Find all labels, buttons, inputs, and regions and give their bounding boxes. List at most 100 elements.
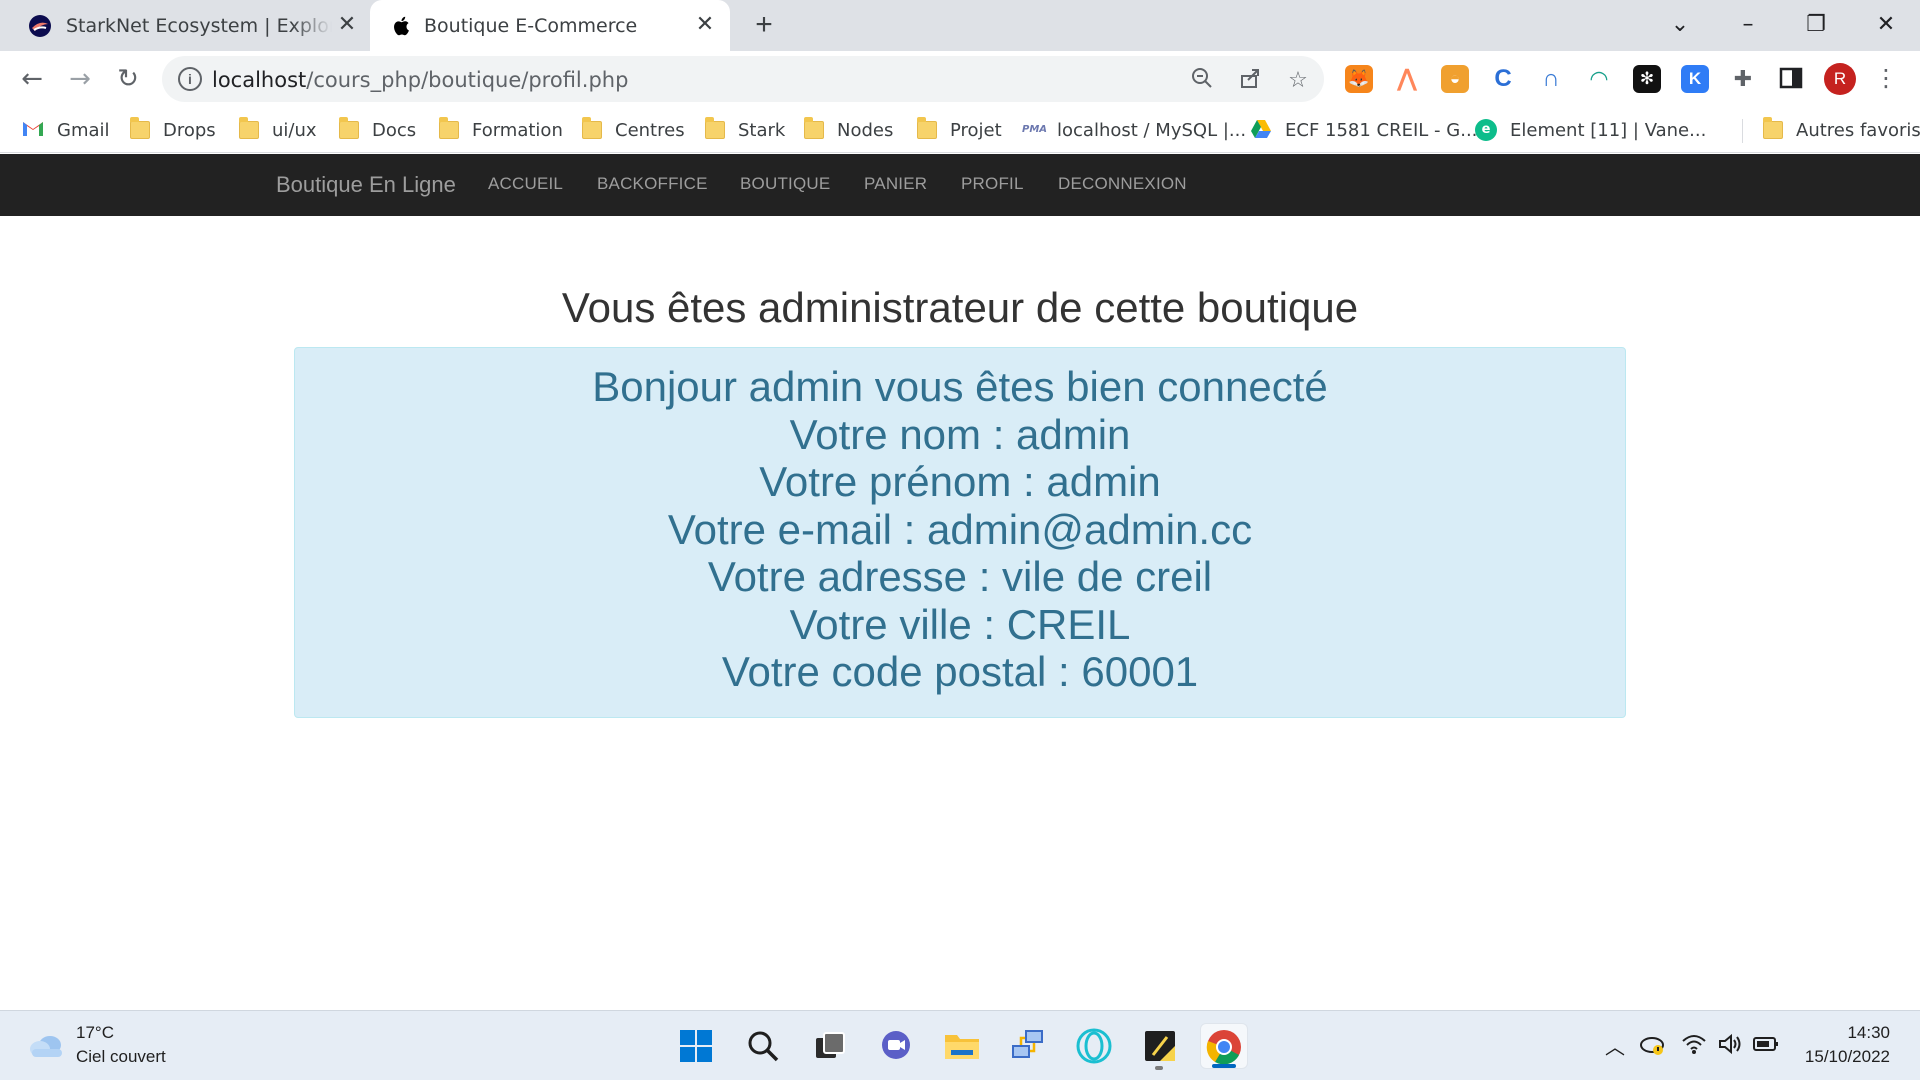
bookmark-separator bbox=[1742, 119, 1743, 143]
restore-icon[interactable]: ❐ bbox=[1796, 8, 1836, 42]
reload-icon[interactable]: ↻ bbox=[110, 61, 146, 97]
google-drive-icon bbox=[1250, 119, 1272, 141]
nav-profil[interactable]: PROFIL bbox=[961, 174, 1024, 194]
bookmark-centres[interactable]: Centres bbox=[582, 116, 685, 144]
running-indicator bbox=[1155, 1066, 1163, 1070]
tab-boutique[interactable]: Boutique E-Commerce ✕ bbox=[370, 0, 730, 51]
weather-temperature[interactable]: 17°C bbox=[76, 1023, 114, 1043]
address-line: Votre adresse : vile de creil bbox=[707, 553, 1213, 600]
cloud-weather-icon[interactable] bbox=[28, 1031, 66, 1059]
nav-panier[interactable]: PANIER bbox=[864, 174, 927, 194]
argent-icon[interactable]: ⋀ bbox=[1393, 65, 1421, 93]
clock-time[interactable]: 14:30 bbox=[1800, 1023, 1890, 1043]
bookmarks-bar: Gmail Drops ui/ux Docs Formation Centres… bbox=[0, 107, 1920, 153]
first-name-line: Votre prénom : admin bbox=[759, 458, 1161, 505]
nav-deconnexion[interactable]: DECONNEXION bbox=[1058, 174, 1187, 194]
nav-accueil[interactable]: ACCUEIL bbox=[488, 174, 563, 194]
braavos-icon[interactable]: ◒ bbox=[1441, 65, 1469, 93]
bookmark-phpmyadmin[interactable]: PMA localhost / MySQL |... bbox=[1022, 116, 1246, 144]
element-icon: e bbox=[1475, 119, 1497, 141]
network-app-icon[interactable] bbox=[1004, 1023, 1052, 1069]
navbar-brand[interactable]: Boutique En Ligne bbox=[276, 172, 456, 198]
folder-icon bbox=[917, 117, 937, 139]
battery-icon[interactable] bbox=[1752, 1033, 1780, 1061]
weather-description[interactable]: Ciel couvert bbox=[76, 1047, 166, 1067]
tab-title: Boutique E-Commerce bbox=[424, 15, 638, 37]
bookmark-nodes[interactable]: Nodes bbox=[804, 116, 893, 144]
chat-icon[interactable] bbox=[872, 1023, 920, 1069]
bookmark-docs[interactable]: Docs bbox=[339, 116, 416, 144]
nav-boutique[interactable]: BOUTIQUE bbox=[740, 174, 830, 194]
last-name-line: Votre nom : admin bbox=[789, 410, 1131, 458]
windows-taskbar: 17°C Ciel couvert ︿ 14:30 15/10/2022 bbox=[0, 1010, 1920, 1080]
metamask-icon[interactable]: 🦊 bbox=[1345, 65, 1373, 93]
folder-icon bbox=[705, 117, 725, 139]
forward-arrow-icon[interactable]: → bbox=[62, 61, 98, 97]
minimize-icon[interactable]: – bbox=[1728, 8, 1768, 42]
onedrive-icon[interactable] bbox=[1638, 1033, 1666, 1061]
extension-k-icon[interactable]: K bbox=[1681, 65, 1709, 93]
task-view-icon[interactable] bbox=[806, 1023, 854, 1069]
extension-snowflake-icon[interactable]: ✻ bbox=[1633, 65, 1661, 93]
close-tab-icon[interactable]: ✕ bbox=[692, 12, 718, 38]
extension-rainbow-icon[interactable]: ◠ bbox=[1585, 65, 1613, 93]
extension-c-icon[interactable]: C bbox=[1489, 65, 1517, 93]
bookmark-uiux[interactable]: ui/ux bbox=[239, 116, 317, 144]
tab-search-chevron-down-icon[interactable]: ⌄ bbox=[1660, 8, 1700, 42]
browser-tab-strip: StarkNet Ecosystem | Explore projects ✕ … bbox=[0, 0, 1920, 51]
address-bar[interactable]: i localhost/cours_php/boutique/profil.ph… bbox=[162, 56, 1324, 102]
folder-icon bbox=[130, 117, 150, 139]
extension-arc-icon[interactable]: ∩ bbox=[1537, 65, 1565, 93]
bookmark-formation[interactable]: Formation bbox=[439, 116, 563, 144]
profile-info-alert: Bonjour admin vous êtes bien connecté Vo… bbox=[294, 347, 1626, 718]
bookmark-element[interactable]: e Element [11] | Vane... bbox=[1475, 116, 1706, 144]
active-app-indicator bbox=[1212, 1064, 1236, 1068]
clock-date[interactable]: 15/10/2022 bbox=[1790, 1047, 1890, 1067]
bookmark-other-favorites[interactable]: Autres favoris bbox=[1763, 116, 1920, 144]
sidebar-icon[interactable] bbox=[1777, 65, 1805, 93]
sticky-notes-icon[interactable] bbox=[1136, 1023, 1184, 1069]
url-text[interactable]: localhost/cours_php/boutique/profil.php bbox=[212, 68, 628, 92]
site-info-icon[interactable]: i bbox=[178, 67, 202, 91]
window-close-icon[interactable]: ✕ bbox=[1866, 8, 1906, 42]
share-icon[interactable] bbox=[1236, 66, 1264, 94]
site-navbar: Boutique En Ligne ACCUEIL BACKOFFICE BOU… bbox=[0, 154, 1920, 216]
bookmark-ecf-creil[interactable]: ECF 1581 CREIL - G... bbox=[1250, 116, 1477, 144]
bookmark-projet[interactable]: Projet bbox=[917, 116, 1002, 144]
city-line: Votre ville : CREIL bbox=[789, 600, 1131, 648]
close-tab-icon[interactable]: ✕ bbox=[334, 12, 360, 38]
email-line: Votre e-mail : admin@admin.cc bbox=[667, 505, 1253, 553]
bookmark-gmail[interactable]: Gmail bbox=[22, 116, 110, 144]
zoom-icon[interactable] bbox=[1188, 66, 1216, 94]
folder-icon bbox=[239, 117, 259, 139]
bookmark-stark[interactable]: Stark bbox=[705, 116, 785, 144]
postal-code-line: Votre code postal : 60001 bbox=[721, 648, 1199, 695]
folder-icon bbox=[582, 117, 602, 139]
apple-logo-icon bbox=[390, 14, 414, 38]
bookmark-drops[interactable]: Drops bbox=[130, 116, 216, 144]
phpmyadmin-icon: PMA bbox=[1022, 124, 1048, 135]
bookmark-star-icon[interactable]: ☆ bbox=[1284, 66, 1312, 94]
folder-icon bbox=[439, 117, 459, 139]
profile-avatar[interactable]: R bbox=[1824, 63, 1856, 95]
wifi-icon[interactable] bbox=[1680, 1033, 1708, 1061]
opera-icon[interactable] bbox=[1070, 1023, 1118, 1069]
folder-icon bbox=[339, 117, 359, 139]
search-icon[interactable] bbox=[739, 1023, 787, 1069]
file-explorer-icon[interactable] bbox=[938, 1023, 986, 1069]
admin-heading: Vous êtes administrateur de cette boutiq… bbox=[561, 284, 1359, 331]
chrome-icon[interactable] bbox=[1200, 1023, 1248, 1069]
nav-backoffice[interactable]: BACKOFFICE bbox=[597, 174, 708, 194]
chevron-up-icon[interactable]: ︿ bbox=[1601, 1033, 1629, 1061]
folder-icon bbox=[1763, 117, 1783, 139]
gmail-icon bbox=[22, 119, 44, 141]
volume-icon[interactable] bbox=[1716, 1033, 1744, 1061]
folder-icon bbox=[804, 117, 824, 139]
menu-dots-icon[interactable]: ⋮ bbox=[1874, 61, 1898, 97]
back-arrow-icon[interactable]: ← bbox=[14, 61, 50, 97]
puzzle-icon[interactable]: ✚ bbox=[1729, 65, 1757, 93]
windows-start-icon[interactable] bbox=[672, 1023, 720, 1069]
greeting-line: Bonjour admin vous êtes bien connecté bbox=[592, 363, 1328, 410]
new-tab-plus-icon[interactable]: + bbox=[748, 10, 780, 42]
tab-starknet[interactable]: StarkNet Ecosystem | Explore projects ✕ bbox=[0, 0, 368, 51]
